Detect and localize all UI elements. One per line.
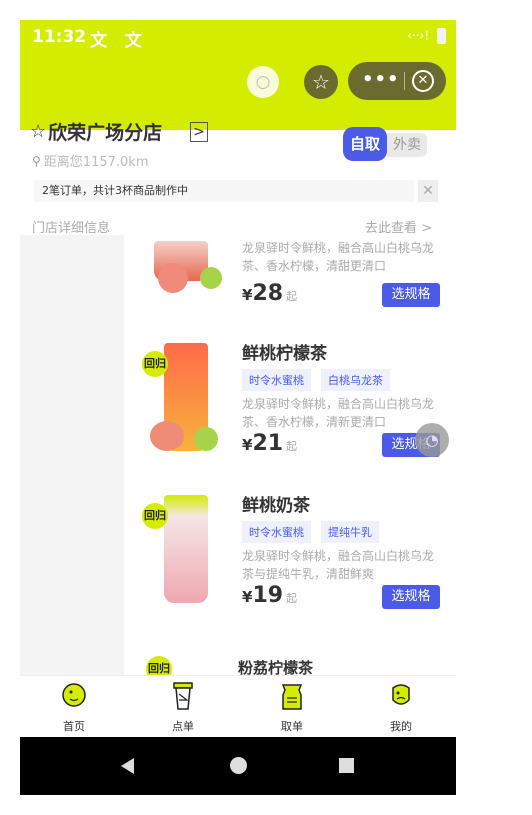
- android-nav-bar: [20, 737, 456, 795]
- store-distance: ⚲ 距离您1157.0km: [32, 151, 149, 171]
- product-tag: 白桃乌龙茶: [321, 369, 390, 391]
- phone-screen: 11:32 文 文 ‹··›! ○ ☆ ••• ✕ ☆ 欣荣广场分店 > 自取 …: [20, 20, 456, 795]
- select-spec-button[interactable]: 选规格: [382, 283, 440, 307]
- tab-home[interactable]: 首页: [54, 680, 94, 734]
- home-circle-icon[interactable]: [230, 757, 247, 774]
- home-icon: [62, 683, 86, 707]
- notification-icons: 文 文: [90, 31, 148, 51]
- tab-label: 首页: [63, 720, 85, 733]
- lime-image: [200, 267, 222, 289]
- product-tag: 提纯牛乳: [321, 521, 379, 543]
- store-name: 欣荣广场分店: [48, 121, 163, 144]
- mini-program-capsule: ••• ✕: [348, 62, 446, 100]
- product-tag: 时令水蜜桃: [242, 521, 311, 543]
- tab-pickup[interactable]: 取单: [272, 680, 312, 734]
- search-icon[interactable]: ○: [247, 66, 279, 98]
- cup-icon: [173, 682, 193, 710]
- tab-order[interactable]: 点单: [163, 680, 203, 734]
- capsule-divider: [404, 72, 405, 90]
- product-price: ¥19 起: [242, 583, 298, 608]
- product-tags: 时令水蜜桃 提纯牛乳: [242, 521, 379, 543]
- peach-image: [158, 263, 188, 293]
- distance-text: 距离您1157.0km: [43, 155, 149, 170]
- product-card[interactable]: 回归 鲜桃柠檬茶 时令水蜜桃 白桃乌龙茶 龙泉驿时令鲜桃，融合高山白桃乌龙茶、香…: [134, 333, 452, 465]
- return-badge: 回归: [142, 503, 168, 529]
- product-image: [142, 233, 222, 315]
- product-card[interactable]: 回归 鲜桃奶茶 时令水蜜桃 提纯牛乳 龙泉驿时令鲜桃，融合高山白桃乌龙茶与提纯牛…: [134, 485, 452, 617]
- category-sidebar: [20, 235, 124, 695]
- floating-cart-icon[interactable]: ◔: [415, 423, 449, 457]
- peach-image: [150, 421, 184, 451]
- location-pin-icon: ⚲: [32, 153, 41, 168]
- profile-icon: [392, 684, 410, 705]
- status-bar: 11:32 文 文 ‹··›!: [20, 20, 456, 54]
- return-badge: 回归: [142, 351, 168, 377]
- order-notice[interactable]: 2笔订单，共计3杯商品制作中: [34, 180, 414, 202]
- product-card[interactable]: 龙泉驿时令鲜桃，融合高山白桃乌龙茶、香水柠檬，清甜更清口 ¥28 起 选规格: [134, 233, 452, 315]
- store-redirect-button[interactable]: >: [190, 122, 208, 142]
- product-name: 鲜桃奶茶: [242, 496, 310, 516]
- product-description: 龙泉驿时令鲜桃，融合高山白桃乌龙茶与提纯牛乳，清甜鲜爽: [242, 549, 435, 581]
- store-detail-button[interactable]: 门店详细信息: [32, 217, 110, 236]
- tab-label: 取单: [281, 720, 303, 733]
- drink-cup-image: [164, 495, 208, 603]
- select-spec-button[interactable]: 选规格: [382, 585, 440, 609]
- back-icon[interactable]: [121, 758, 134, 774]
- product-price: ¥21 起: [242, 431, 298, 456]
- bottom-tab-bar: 首页 点单 取单 我的: [20, 675, 456, 737]
- more-button[interactable]: •••: [362, 69, 400, 90]
- status-time: 11:32: [32, 27, 87, 47]
- product-tags: 时令水蜜桃 白桃乌龙茶: [242, 369, 390, 391]
- battery-icon: [437, 28, 446, 44]
- store-title[interactable]: ☆ 欣荣广场分店: [30, 116, 162, 146]
- delivery-mode-button[interactable]: 外卖: [387, 133, 427, 157]
- star-outline-icon: ☆: [30, 120, 47, 142]
- close-button[interactable]: ✕: [412, 70, 434, 92]
- system-icons: ‹··›!: [407, 28, 446, 44]
- product-description: 龙泉驿时令鲜桃，融合高山白桃乌龙茶、香水柠檬，清新更清口: [242, 397, 435, 429]
- signal-icon: ‹··›!: [407, 28, 430, 43]
- tab-profile[interactable]: 我的: [381, 680, 421, 734]
- product-name: 鲜桃柠檬茶: [242, 344, 327, 364]
- product-tag: 时令水蜜桃: [242, 369, 311, 391]
- notice-close-button[interactable]: ✕: [418, 180, 438, 202]
- favorite-star-icon[interactable]: ☆: [304, 65, 338, 99]
- lime-image: [194, 427, 218, 451]
- pickup-icon: [281, 684, 303, 710]
- product-description: 龙泉驿时令鲜桃，融合高山白桃乌龙茶、香水柠檬，清甜更清口: [242, 241, 435, 273]
- tab-label: 点单: [172, 720, 194, 733]
- recent-apps-icon[interactable]: [339, 758, 354, 773]
- pickup-mode-button[interactable]: 自取: [343, 127, 387, 161]
- tab-label: 我的: [390, 720, 412, 733]
- product-price: ¥28 起: [242, 281, 298, 306]
